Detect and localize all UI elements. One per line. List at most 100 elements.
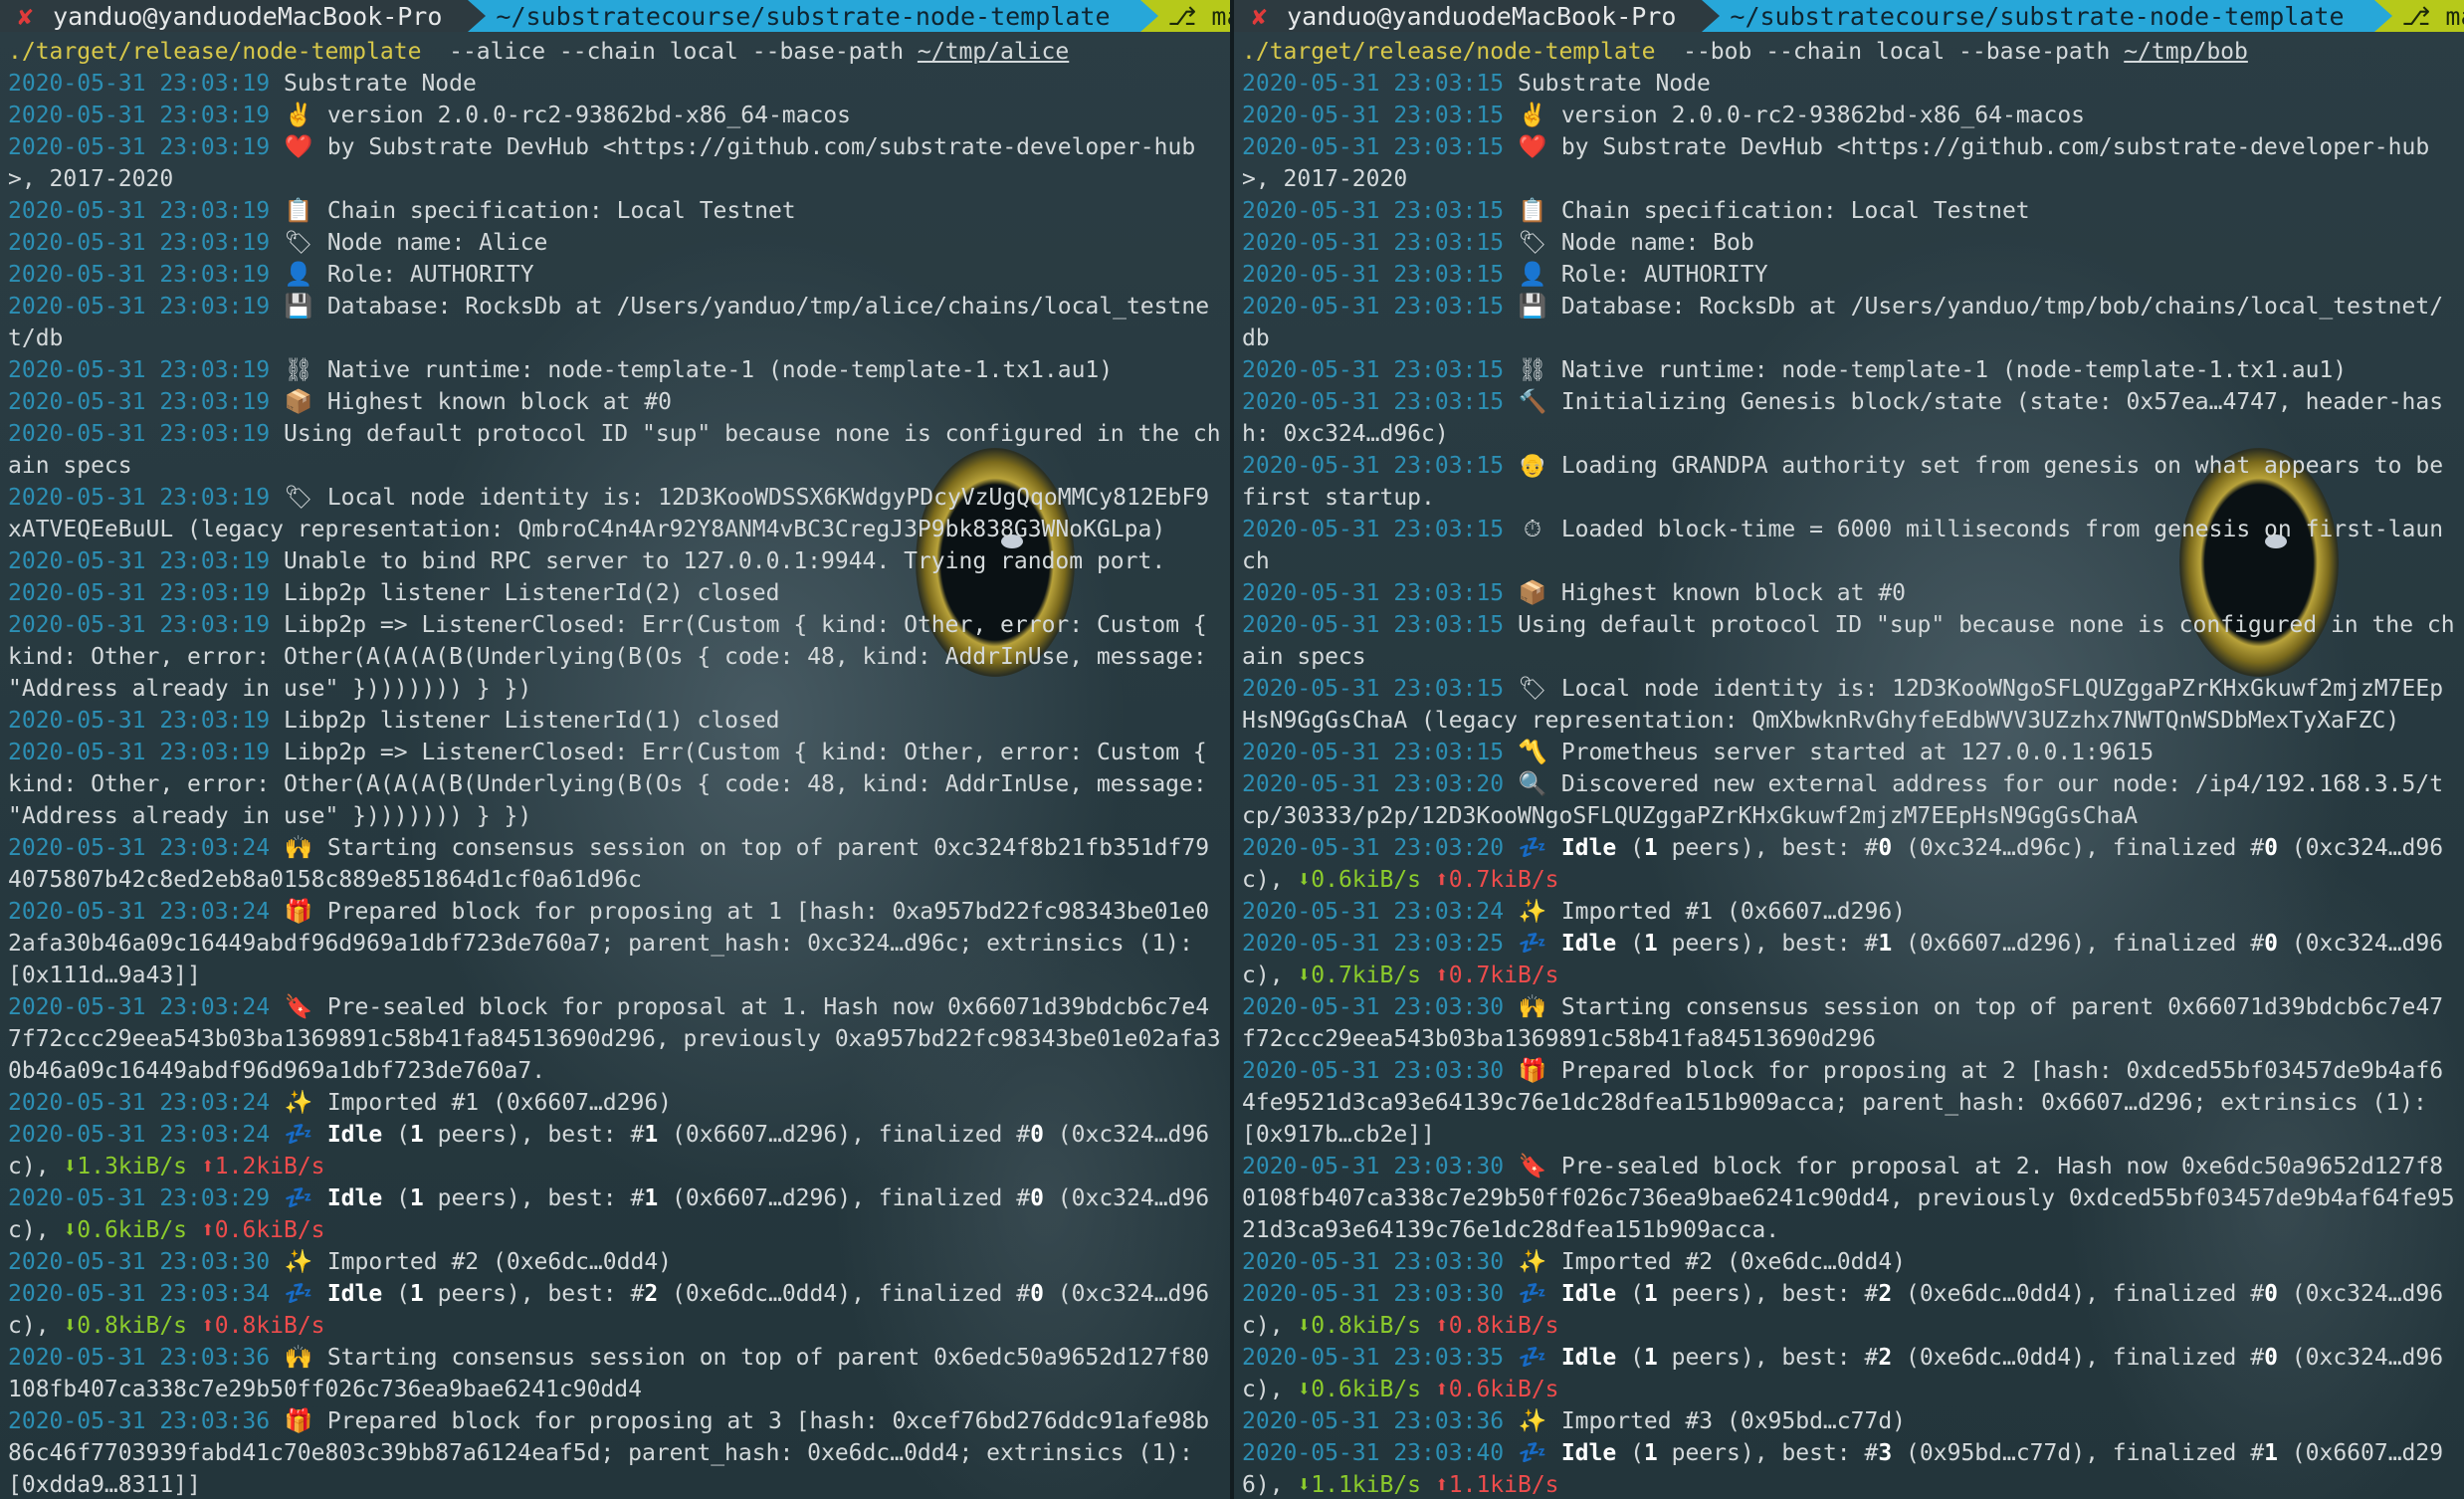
log-line: 2020-05-31 23:03:15 〽️ Prometheus server… bbox=[1242, 737, 2456, 768]
command-base-path: ~/tmp/alice bbox=[917, 39, 1070, 65]
log-emoji-icon: ✌️ bbox=[284, 103, 313, 128]
log-emoji-icon: 🏷 bbox=[284, 485, 313, 511]
terminal-pane-right[interactable]: ✘ yanduo@yanduodeMacBook-Pro ~/substrate… bbox=[1234, 0, 2464, 1499]
log-line: 2020-05-31 23:03:19 Using default protoc… bbox=[8, 418, 1222, 482]
finalized-block: 0 bbox=[1030, 1281, 1044, 1307]
idle-status: Idle bbox=[1560, 1345, 1617, 1371]
log-line: 2020-05-31 23:03:24 💤 Idle (1 peers), be… bbox=[8, 1119, 1222, 1182]
best-block: 2 bbox=[644, 1281, 659, 1307]
down-arrow-icon: ⬇ bbox=[1297, 963, 1312, 988]
up-arrow-icon: ⬆ bbox=[1434, 963, 1449, 988]
log-timestamp: 2020-05-31 23:03:15 bbox=[1242, 612, 1505, 638]
log-message: Highest known block at #0 bbox=[326, 389, 673, 415]
down-arrow-icon: ⬇ bbox=[1297, 1377, 1312, 1402]
log-line: 2020-05-31 23:03:15 🏷 Node name: Bob bbox=[1242, 227, 2456, 259]
log-line: 2020-05-31 23:03:30 ✨ Imported #2 (0xe6d… bbox=[8, 1246, 1222, 1278]
log-line: 2020-05-31 23:03:24 🔖 Pre-sealed block f… bbox=[8, 991, 1222, 1087]
log-emoji-icon: ✨ bbox=[284, 1249, 313, 1275]
branch-icon: ⎇ bbox=[2401, 1, 2431, 31]
log-line: 2020-05-31 23:03:25 💤 Idle (1 peers), be… bbox=[1242, 928, 2456, 991]
log-timestamp: 2020-05-31 23:03:36 bbox=[8, 1408, 271, 1434]
log-message: Libp2p listener ListenerId(2) closed bbox=[283, 580, 780, 606]
log-timestamp: 2020-05-31 23:03:15 bbox=[1242, 517, 1505, 542]
log-text: peers), best: # bbox=[1657, 1440, 1879, 1466]
prompt-user-host: yanduo@yanduodeMacBook-Pro bbox=[43, 0, 487, 32]
log-text: peers), best: # bbox=[423, 1281, 645, 1307]
log-message: Imported #3 (0x95bd…c77d) bbox=[1560, 1408, 1907, 1434]
log-emoji-icon: 🙌 bbox=[284, 1345, 313, 1371]
download-rate: 0.8kiB/s bbox=[77, 1313, 188, 1339]
peer-count: 1 bbox=[409, 1281, 424, 1307]
log-timestamp: 2020-05-31 23:03:15 bbox=[1242, 389, 1505, 415]
log-message: Node name: Bob bbox=[1560, 230, 1754, 256]
branch-text: master bbox=[2445, 1, 2464, 31]
log-line: 2020-05-31 23:03:15 👤 Role: AUTHORITY bbox=[1242, 259, 2456, 291]
down-arrow-icon: ⬇ bbox=[1297, 1472, 1312, 1498]
down-arrow-icon: ⬇ bbox=[1297, 867, 1312, 893]
log-line: 2020-05-31 23:03:30 ✨ Imported #2 (0xe6d… bbox=[1242, 1246, 2456, 1278]
log-message: Prometheus server started at 127.0.0.1:9… bbox=[1560, 740, 2155, 765]
log-emoji-icon: ✨ bbox=[1518, 899, 1547, 925]
error-status-mark: ✘ bbox=[0, 0, 44, 32]
log-line: 2020-05-31 23:03:15 Using default protoc… bbox=[1242, 609, 2456, 673]
sleep-icon: 💤 bbox=[1518, 1440, 1547, 1466]
shell-prompt: ✘ yanduo@yanduodeMacBook-Pro ~/substrate… bbox=[0, 0, 1230, 32]
log-timestamp: 2020-05-31 23:03:19 bbox=[8, 262, 271, 288]
finalized-block: 1 bbox=[2264, 1440, 2278, 1466]
log-emoji-icon: 🙌 bbox=[284, 835, 313, 861]
best-block: 2 bbox=[1878, 1281, 1893, 1307]
log-emoji-icon: 👴 bbox=[1518, 453, 1547, 479]
log-timestamp: 2020-05-31 23:03:19 bbox=[8, 134, 271, 160]
log-timestamp: 2020-05-31 23:03:15 bbox=[1242, 198, 1505, 224]
log-emoji-icon: ❤️ bbox=[1518, 134, 1547, 160]
prompt-cwd: ~/substratecourse/substrate-node-templat… bbox=[1702, 0, 2392, 32]
log-line: 2020-05-31 23:03:30 🔖 Pre-sealed block f… bbox=[1242, 1151, 2456, 1246]
command-line: ./target/release/node-template --bob --c… bbox=[1242, 36, 2456, 68]
log-timestamp: 2020-05-31 23:03:36 bbox=[1242, 1408, 1505, 1434]
sleep-icon: 💤 bbox=[1518, 931, 1547, 957]
sleep-icon: 💤 bbox=[1518, 835, 1547, 861]
idle-status: Idle bbox=[1560, 931, 1617, 957]
down-arrow-icon: ⬇ bbox=[63, 1217, 78, 1243]
best-block: 1 bbox=[644, 1122, 659, 1148]
log-line: 2020-05-31 23:03:36 🙌 Starting consensus… bbox=[8, 1342, 1222, 1405]
download-rate: 0.6kiB/s bbox=[1311, 867, 1422, 893]
powerline-arrow bbox=[2373, 0, 2392, 32]
log-emoji-icon: 👤 bbox=[1518, 262, 1547, 288]
log-emoji-icon: ✨ bbox=[1518, 1408, 1547, 1434]
log-timestamp: 2020-05-31 23:03:19 bbox=[8, 548, 271, 574]
idle-status: Idle bbox=[326, 1281, 383, 1307]
log-emoji-icon: 🔍 bbox=[1518, 771, 1547, 797]
log-timestamp: 2020-05-31 23:03:15 bbox=[1242, 357, 1505, 383]
log-line: 2020-05-31 23:03:19 ⛓ Native runtime: no… bbox=[8, 354, 1222, 386]
log-message: Imported #1 (0x6607…d296) bbox=[1560, 899, 1907, 925]
log-message: Substrate Node bbox=[283, 71, 477, 97]
log-emoji-icon: 📋 bbox=[284, 198, 313, 224]
up-arrow-icon: ⬆ bbox=[1434, 1472, 1449, 1498]
log-text: (0xe6dc…0dd4), finalized # bbox=[1892, 1345, 2265, 1371]
log-text: peers), best: # bbox=[1657, 1345, 1879, 1371]
user-host-text: yanduo@yanduodeMacBook-Pro bbox=[1287, 1, 1677, 31]
log-line: 2020-05-31 23:03:20 💤 Idle (1 peers), be… bbox=[1242, 832, 2456, 896]
log-line: 2020-05-31 23:03:15 👴 Loading GRANDPA au… bbox=[1242, 450, 2456, 514]
log-timestamp: 2020-05-31 23:03:15 bbox=[1242, 230, 1505, 256]
peer-count: 1 bbox=[1643, 1345, 1658, 1371]
log-output: ./target/release/node-template --bob --c… bbox=[1242, 36, 2456, 1499]
terminal-pane-left[interactable]: ✘ yanduo@yanduodeMacBook-Pro ~/substrate… bbox=[0, 0, 1230, 1499]
command-binary: ./target/release/node-template bbox=[8, 39, 422, 65]
log-timestamp: 2020-05-31 23:03:30 bbox=[1242, 1154, 1505, 1179]
log-line: 2020-05-31 23:03:30 🎁 Prepared block for… bbox=[1242, 1055, 2456, 1151]
log-emoji-icon: ❤️ bbox=[284, 134, 313, 160]
log-text: (0x95bd…c77d), finalized # bbox=[1892, 1440, 2265, 1466]
log-line: 2020-05-31 23:03:19 💾 Database: RocksDb … bbox=[8, 291, 1222, 354]
upload-rate: 0.6kiB/s bbox=[214, 1217, 325, 1243]
log-emoji-icon: 🎁 bbox=[1518, 1058, 1547, 1084]
log-timestamp: 2020-05-31 23:03:19 bbox=[8, 421, 271, 447]
log-timestamp: 2020-05-31 23:03:15 bbox=[1242, 71, 1505, 97]
log-timestamp: 2020-05-31 23:03:19 bbox=[8, 71, 271, 97]
log-emoji-icon: ⛓ bbox=[1518, 357, 1547, 383]
idle-status: Idle bbox=[1560, 1440, 1617, 1466]
log-line: 2020-05-31 23:03:19 Substrate Node bbox=[8, 68, 1222, 100]
idle-status: Idle bbox=[1560, 1281, 1617, 1307]
log-emoji-icon: 🔖 bbox=[284, 994, 313, 1020]
